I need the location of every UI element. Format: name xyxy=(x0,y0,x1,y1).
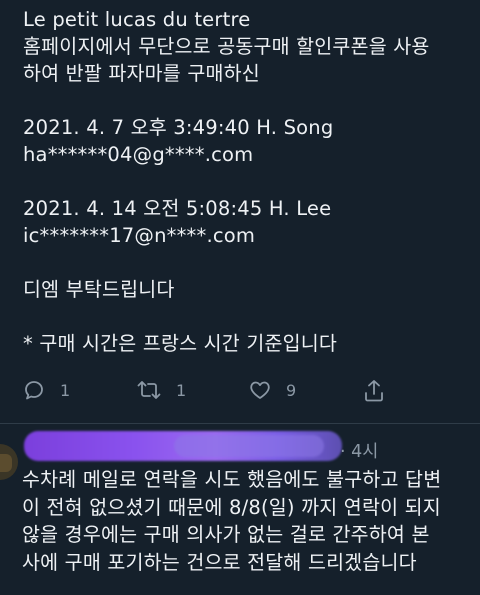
like-count: 9 xyxy=(286,380,297,400)
reply-text: 수차례 메일로 연락을 시도 했음에도 불구하고 답변 이 전혀 없으셨기 때문… xyxy=(22,466,474,576)
tweet-line: 2021. 4. 14 오전 5:08:45 H. Lee xyxy=(23,197,332,220)
tweet-line: ha******04@g****.com xyxy=(23,143,254,166)
retweet-count: 1 xyxy=(176,380,187,400)
tweet-line: 디엠 부탁드립니다 xyxy=(23,278,175,301)
reply-line: 않을 경우에는 구매 의사가 없는 걸로 간주하여 본 xyxy=(22,523,430,546)
like-button[interactable]: 9 xyxy=(248,378,296,402)
share-button[interactable] xyxy=(362,378,386,404)
tweet-divider xyxy=(0,423,480,424)
tweet-line: 홈페이지에서 무단으로 공동구매 할인쿠폰을 사용 xyxy=(23,35,430,58)
retweet-button[interactable]: 1 xyxy=(136,378,186,402)
heart-icon xyxy=(248,378,272,402)
share-icon xyxy=(362,378,386,404)
tweet-line: 하여 반팔 파자마를 구매하신 xyxy=(23,62,260,85)
reply-count: 1 xyxy=(60,380,71,400)
tweet-action-bar: 1 1 9 xyxy=(22,378,472,410)
reply-button[interactable]: 1 xyxy=(22,378,70,402)
reply-line: 수차례 메일로 연락을 시도 했음에도 불구하고 답변 xyxy=(22,468,442,491)
tweet-line: ic*******17@n****.com xyxy=(23,224,256,247)
retweet-icon xyxy=(136,378,162,402)
reply-icon xyxy=(22,378,46,402)
reply-line: 사에 구매 포기하는 건으로 전달해 드리겠습니다 xyxy=(22,550,417,574)
redacted-username xyxy=(24,431,342,461)
tweet-text: Le petit lucas du tertre 홈페이지에서 무단으로 공동구… xyxy=(23,6,473,357)
tweet-line: * 구매 시간은 프랑스 시간 기준입니다 xyxy=(23,332,338,355)
reply-line: 이 전혀 없으셨기 때문에 8/8(일) 까지 연락이 되지 xyxy=(22,495,441,519)
reply-timestamp[interactable]: · 4시 xyxy=(340,438,378,463)
avatar[interactable] xyxy=(0,444,18,480)
tweet-line: Le petit lucas du tertre xyxy=(23,8,251,31)
tweet-line: 2021. 4. 7 오후 3:49:40 H. Song xyxy=(23,116,334,139)
